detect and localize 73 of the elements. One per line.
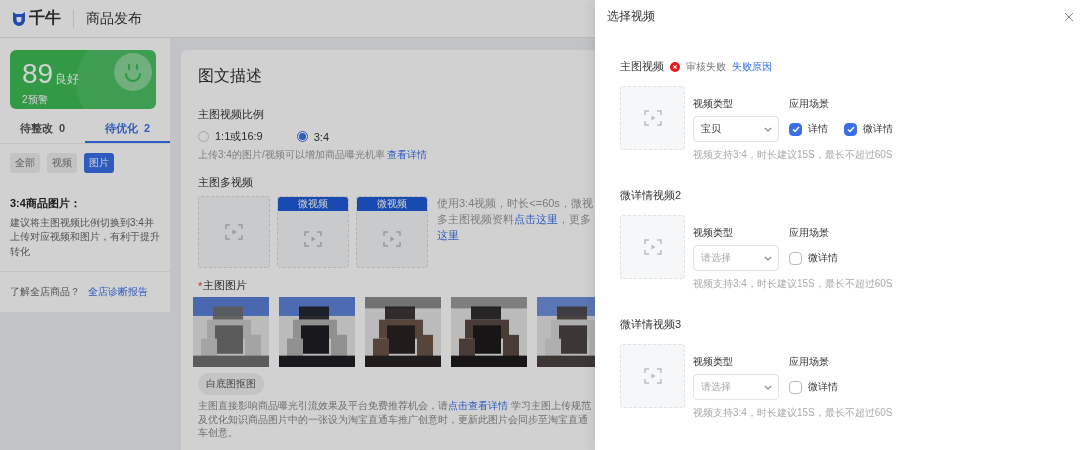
radio-label: 1:1或16:9 <box>215 129 263 144</box>
click-here-link[interactable]: 点击这里 <box>514 212 558 225</box>
video-slot[interactable]: 微视频 <box>277 196 349 268</box>
required-mark: * <box>198 279 203 292</box>
video-placeholder-icon <box>383 231 401 247</box>
close-icon[interactable] <box>1064 11 1074 22</box>
report-link[interactable]: 全店诊断报告 <box>88 285 148 299</box>
video-placeholder-icon <box>643 368 662 384</box>
cutout-button[interactable]: 白底图抠图 <box>198 373 264 395</box>
section-title: 微详情视频2 <box>620 188 682 203</box>
video-type-select[interactable]: 请选择 <box>693 374 779 400</box>
filter-chip[interactable]: 图片 <box>84 152 114 173</box>
checkbox[interactable] <box>789 251 802 265</box>
radio-label: 3:4 <box>313 130 329 143</box>
slot-tag: 微视频 <box>357 197 427 211</box>
checkbox[interactable] <box>789 122 802 136</box>
field-label: 主图视频比例 <box>198 107 264 122</box>
score-value: 89 <box>22 58 54 90</box>
field-hint: 视频支持3:4，时长建议15S，最长不超过60S <box>693 406 893 420</box>
field-label: 主图多视频 <box>198 175 253 190</box>
field-hint: 视频支持3:4，时长建议15S，最长不超过60S <box>693 148 893 162</box>
checkbox[interactable] <box>789 380 802 394</box>
slot-tag: 微视频 <box>278 197 348 211</box>
video-upload-box[interactable] <box>620 215 685 279</box>
page-title: 商品发布 <box>86 9 142 28</box>
video-placeholder-icon <box>225 224 243 240</box>
checkbox[interactable] <box>844 122 857 136</box>
details-link[interactable]: 点击查看详情 <box>448 400 508 411</box>
video-type-select[interactable]: 请选择 <box>693 245 779 271</box>
tip-title: 3:4商品图片： <box>9 195 82 211</box>
video-placeholder-icon <box>643 239 662 255</box>
video-note: 使用3:4视频，时长<=60s，微视 <box>437 196 593 211</box>
tab[interactable]: 待整改 0 <box>0 114 85 143</box>
video-upload-box[interactable] <box>620 86 685 150</box>
checkbox-label: 微详情 <box>863 122 893 136</box>
checkbox-label: 微详情 <box>808 251 838 265</box>
chevron-down-icon <box>764 384 772 390</box>
filter-chip[interactable]: 视频 <box>47 152 77 173</box>
status-text: 审核失败 <box>686 59 726 74</box>
section-title: 图文描述 <box>198 66 262 86</box>
chevron-down-icon <box>764 255 772 261</box>
here-link[interactable]: 这里 <box>437 227 459 244</box>
section-title: 主图视频 <box>620 59 664 74</box>
warning-count: 2预警 <box>22 93 49 107</box>
field-label: 应用场景 <box>789 97 830 111</box>
tab[interactable]: 待优化 2 <box>85 114 170 143</box>
field-label: 视频类型 <box>693 97 734 111</box>
tip-text: 建议将主图视频比例切换到3:4并上传对应视频和图片，有利于提升转化 <box>9 215 161 259</box>
video-placeholder-icon <box>304 231 322 247</box>
field-label: 主图图片 <box>203 278 248 293</box>
video-slot[interactable] <box>198 196 270 268</box>
filter-chip[interactable]: 全部 <box>10 152 40 173</box>
checkbox-label: 微详情 <box>808 380 838 394</box>
cow-logo-icon <box>12 11 26 26</box>
video-slot[interactable]: 微视频 <box>356 196 428 268</box>
checkbox-label: 详情 <box>808 122 828 136</box>
field-label: 应用场景 <box>789 226 830 240</box>
field-label: 应用场景 <box>789 355 830 369</box>
failure-reason-link[interactable]: 失败原因 <box>732 59 772 74</box>
section-title: 微详情视频3 <box>620 317 682 332</box>
drawer-title: 选择视频 <box>607 8 655 25</box>
field-label: 视频类型 <box>693 355 734 369</box>
chevron-down-icon <box>764 126 772 132</box>
footer-text: 了解全店商品？ <box>10 285 80 299</box>
app-name: 千牛 <box>29 8 61 28</box>
field-hint: 视频支持3:4，时长建议15S，最长不超过60S <box>693 277 893 291</box>
score-grade: 良好 <box>55 71 80 88</box>
video-note: 多主图视频资料点击这里，更多 <box>437 211 592 227</box>
field-label: 视频类型 <box>693 226 734 240</box>
video-type-select[interactable]: 宝贝 <box>693 116 779 142</box>
video-placeholder-icon <box>643 110 662 126</box>
details-link[interactable]: 查看详情 <box>387 149 428 160</box>
video-upload-box[interactable] <box>620 344 685 408</box>
